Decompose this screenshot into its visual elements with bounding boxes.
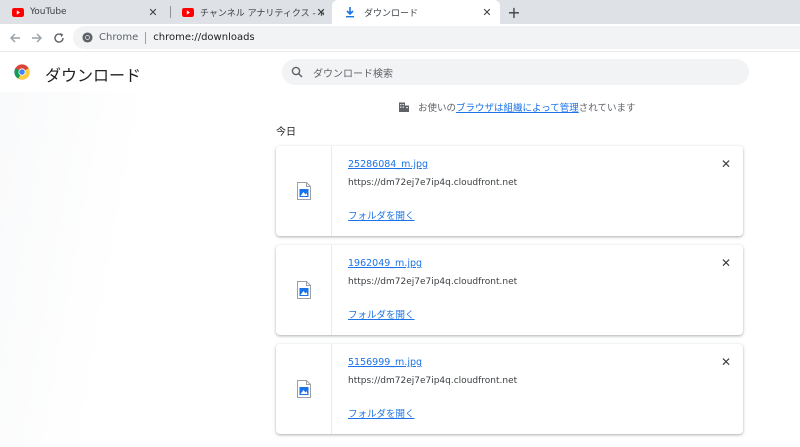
- open-folder-link[interactable]: フォルダを開く: [348, 307, 415, 321]
- youtube-icon: [182, 7, 194, 17]
- image-file-icon[interactable]: [296, 281, 311, 299]
- file-source-url: https://dm72ej7e7ip4q.cloudfront.net: [348, 277, 518, 287]
- arrow-left-icon: [10, 33, 20, 43]
- back-button[interactable]: [7, 30, 23, 46]
- building-icon: [399, 102, 409, 112]
- file-name-link[interactable]: 25286084_m.jpg: [348, 159, 428, 170]
- date-header: 今日: [276, 127, 296, 138]
- page-title: ダウンロード: [45, 66, 142, 85]
- tab-youtube[interactable]: YouTube ✕: [0, 0, 166, 24]
- chrome-logo-icon: [14, 64, 30, 80]
- downloads-page: ダウンロード ダウンロード検索 お使いの ブラウザは組織によって管理 されています …: [0, 52, 800, 447]
- close-icon[interactable]: ✕: [480, 5, 494, 19]
- image-file-icon[interactable]: [296, 380, 311, 398]
- tab-downloads[interactable]: ダウンロード ✕: [332, 0, 500, 24]
- close-icon[interactable]: ✕: [719, 157, 733, 171]
- sidebar-background: [0, 92, 150, 447]
- site-label: Chrome: [99, 32, 139, 43]
- search-placeholder: ダウンロード検索: [313, 68, 393, 80]
- youtube-icon: [12, 7, 24, 17]
- file-icon-column: [276, 245, 332, 335]
- close-icon[interactable]: ✕: [146, 5, 160, 19]
- toolbar: Chrome chrome://downloads: [0, 24, 800, 52]
- managed-notice: お使いの ブラウザは組織によって管理 されています: [398, 100, 635, 114]
- download-item: 1962049_m.jpg https://dm72ej7e7ip4q.clou…: [276, 245, 743, 335]
- image-file-icon[interactable]: [296, 182, 311, 200]
- file-icon-column: [276, 146, 332, 236]
- address-bar[interactable]: Chrome chrome://downloads: [73, 26, 800, 49]
- managed-suffix: されています: [578, 103, 636, 114]
- close-icon[interactable]: ✕: [719, 256, 733, 270]
- search-icon: [291, 66, 303, 78]
- tab-title: ダウンロード: [364, 8, 419, 19]
- managed-prefix: お使いの: [418, 103, 457, 114]
- chrome-icon: [82, 32, 93, 43]
- tab-strip: YouTube ✕ チャンネル アナリティクス - YouTube ✕ ダウンロ…: [0, 0, 800, 24]
- open-folder-link[interactable]: フォルダを開く: [348, 406, 415, 420]
- arrow-right-icon: [32, 33, 42, 43]
- download-icon: [346, 7, 354, 18]
- file-name-link[interactable]: 1962049_m.jpg: [348, 258, 422, 269]
- download-item: 25286084_m.jpg https://dm72ej7e7ip4q.clo…: [276, 146, 743, 236]
- reload-button[interactable]: [51, 30, 67, 46]
- open-folder-link[interactable]: フォルダを開く: [348, 208, 415, 222]
- close-icon[interactable]: ✕: [719, 355, 733, 369]
- reload-icon: [54, 33, 64, 43]
- tab-channel-analytics[interactable]: チャンネル アナリティクス - YouTube ✕: [170, 0, 334, 24]
- omnibox-separator: [145, 31, 147, 44]
- download-item: 5156999_m.jpg https://dm72ej7e7ip4q.clou…: [276, 344, 743, 434]
- managed-policy-link[interactable]: ブラウザは組織によって管理: [456, 100, 579, 114]
- search-box[interactable]: ダウンロード検索: [282, 59, 749, 85]
- file-source-url: https://dm72ej7e7ip4q.cloudfront.net: [348, 376, 518, 386]
- file-name-link[interactable]: 5156999_m.jpg: [348, 357, 422, 368]
- file-source-url: https://dm72ej7e7ip4q.cloudfront.net: [348, 178, 518, 188]
- new-tab-button[interactable]: +: [505, 3, 523, 22]
- file-icon-column: [276, 344, 332, 434]
- close-icon[interactable]: ✕: [314, 5, 328, 19]
- tab-title: YouTube: [30, 7, 67, 17]
- url-text: chrome://downloads: [153, 32, 255, 43]
- tab-title: チャンネル アナリティクス - YouTube: [200, 8, 324, 19]
- forward-button[interactable]: [29, 30, 45, 46]
